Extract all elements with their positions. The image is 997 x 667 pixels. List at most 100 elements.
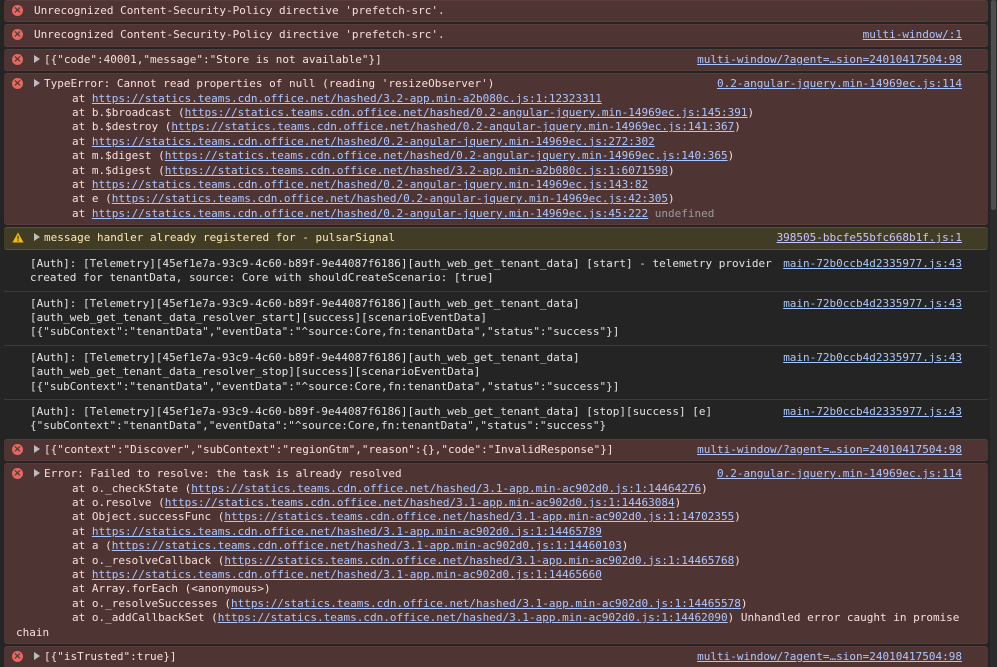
message-summary[interactable]: Unrecognized Content-Security-Policy dir…	[34, 4, 958, 18]
frame-suffix: )	[621, 539, 629, 553]
message-text: [{"context":"Discover","subContext":"reg…	[44, 442, 614, 456]
expand-triangle-icon[interactable]	[34, 469, 40, 478]
console-scrollbar[interactable]	[990, 0, 997, 667]
frame-link[interactable]: https://statics.teams.cdn.office.net/has…	[224, 510, 734, 523]
stack-frame: at Array.forEach (<anonymous>)	[72, 582, 958, 596]
error-icon: ×	[12, 443, 23, 455]
frame-link[interactable]: https://statics.teams.cdn.office.net/has…	[165, 164, 668, 177]
error-message: × Unrecognized Content-Security-Policy di…	[4, 0, 988, 23]
frame-suffix: )	[734, 510, 741, 524]
stack-trace: at o._checkState (https://statics.teams.…	[34, 482, 959, 626]
source-link[interactable]: multi-window/?agent=…sion=24010417504:98	[697, 650, 962, 664]
stack-frame: at https://statics.teams.cdn.office.net/…	[72, 568, 958, 582]
message-summary[interactable]: Unrecognized Content-Security-Policy dir…	[34, 28, 958, 42]
frame-link[interactable]: https://statics.teams.cdn.office.net/has…	[92, 525, 602, 538]
source-link[interactable]: 0.2-angular-jquery.min-14969ec.js:114	[717, 467, 962, 481]
expand-triangle-icon[interactable]	[34, 233, 40, 242]
source-link[interactable]: multi-window/:1	[863, 28, 962, 42]
frame-suffix: )	[727, 149, 735, 163]
message-text-line: [auth_web_get_tenant_data_resolver_start…	[30, 310, 487, 324]
frame-link[interactable]: https://statics.teams.cdn.office.net/has…	[92, 207, 648, 220]
expand-triangle-icon[interactable]	[34, 54, 40, 63]
frame-suffix: )	[740, 596, 748, 610]
source-link[interactable]: main-72b0ccb4d2335977.js:43	[783, 257, 962, 271]
frame-suffix: )	[734, 120, 741, 134]
error-icon: ×	[12, 5, 23, 16]
frame-link[interactable]: https://statics.teams.cdn.office.net/has…	[224, 554, 734, 567]
frame-link[interactable]: https://statics.teams.cdn.office.net/has…	[165, 496, 675, 509]
error-message: × TypeError: Cannot read properties of nu…	[4, 73, 988, 226]
warning-message: message handler already registered for -…	[4, 227, 988, 250]
frame-prefix: at b.$destroy (	[72, 120, 172, 134]
stack-frame: at b.$broadcast (https://statics.teams.c…	[72, 106, 958, 120]
source-link[interactable]: 0.2-angular-jquery.min-14969ec.js:114	[717, 77, 962, 91]
frame-link[interactable]: https://statics.teams.cdn.office.net/has…	[92, 92, 602, 105]
source-link[interactable]: main-72b0ccb4d2335977.js:43	[783, 351, 962, 365]
frame-suffix: )	[747, 106, 755, 120]
frame-prefix: at a (	[72, 539, 112, 553]
frame-link[interactable]: https://statics.teams.cdn.office.net/has…	[112, 539, 622, 552]
message-body: Unrecognized Content-Security-Policy dir…	[16, 28, 958, 42]
error-message: × [{"isTrusted":true}] multi-window/?agent…	[4, 646, 988, 667]
frame-prefix: at	[72, 568, 92, 581]
frame-prefix: at e (	[72, 192, 112, 206]
stack-frame: at a (https://statics.teams.cdn.office.n…	[72, 539, 958, 553]
stack-frame: at o._addCallbackSet (https://statics.te…	[72, 611, 959, 625]
stack-frame: at https://statics.teams.cdn.office.net/…	[72, 207, 958, 221]
frame-prefix: at o._resolveSuccesses (	[72, 596, 231, 610]
message-body: Error: Failed to resolve: the task is al…	[16, 467, 959, 640]
expand-triangle-icon[interactable]	[34, 444, 40, 453]
message-text-line: [auth_web_get_tenant_data_resolver_stop]…	[30, 365, 481, 379]
error-icon: ×	[12, 651, 23, 663]
message-text: [{"isTrusted":true}]	[44, 650, 177, 664]
stack-frame: at Object.successFunc (https://statics.t…	[72, 510, 958, 524]
frame-link[interactable]: https://statics.teams.cdn.office.net/has…	[165, 149, 728, 162]
frame-prefix: at	[72, 134, 92, 148]
stack-frame: at m.$digest (https://statics.teams.cdn.…	[72, 164, 958, 178]
frame-link[interactable]: https://statics.teams.cdn.office.net/has…	[92, 135, 655, 148]
frame-link[interactable]: https://statics.teams.cdn.office.net/has…	[218, 611, 728, 624]
frame-link[interactable]: https://statics.teams.cdn.office.net/has…	[231, 597, 741, 610]
frame-prefix: at	[72, 91, 92, 105]
frame-link[interactable]: https://statics.teams.cdn.office.net/has…	[92, 568, 602, 581]
frame-link[interactable]: https://statics.teams.cdn.office.net/has…	[185, 106, 748, 119]
stack-frame: at o._resolveCallback (https://statics.t…	[72, 554, 958, 568]
message-body: TypeError: Cannot read properties of nul…	[16, 77, 958, 221]
frame-prefix: at	[72, 206, 92, 220]
frame-prefix: at o._checkState (	[72, 481, 192, 495]
message-text: Unrecognized Content-Security-Policy dir…	[34, 4, 445, 17]
message-text: TypeError: Cannot read properties of nul…	[44, 77, 495, 91]
message-text-line: [{"subContext":"tenantData","eventData":…	[30, 379, 620, 393]
expand-triangle-icon[interactable]	[34, 652, 40, 661]
frame-prefix: at Object.successFunc (	[72, 510, 225, 524]
stack-frame: at m.$digest (https://statics.teams.cdn.…	[72, 149, 958, 163]
source-link[interactable]: multi-window/?agent=…sion=24010417504:98	[697, 53, 962, 67]
frame-suffix: undefined	[648, 206, 715, 220]
frame-suffix: )	[668, 163, 675, 177]
info-message: [Auth]: [Telemetry][45ef1e7a-93c9-4c60-b…	[4, 399, 988, 439]
stack-frame: at https://statics.teams.cdn.office.net/…	[72, 92, 958, 106]
frame-link[interactable]: https://statics.teams.cdn.office.net/has…	[92, 178, 648, 191]
source-link[interactable]: main-72b0ccb4d2335977.js:43	[783, 405, 962, 419]
message-text-line: {"subContext":"tenantData","eventData":"…	[30, 419, 607, 433]
error-icon: ×	[12, 468, 23, 480]
stack-frame: at https://statics.teams.cdn.office.net/…	[72, 525, 958, 539]
frame-prefix: at b.$broadcast (	[72, 106, 185, 120]
warning-icon	[12, 232, 24, 243]
message-trailing-text: chain	[16, 625, 50, 639]
frame-prefix: at m.$digest (	[72, 149, 165, 163]
frame-link[interactable]: https://statics.teams.cdn.office.net/has…	[112, 192, 668, 205]
frame-link[interactable]: https://statics.teams.cdn.office.net/has…	[171, 120, 734, 133]
stack-frame: at o._checkState (https://statics.teams.…	[72, 482, 958, 496]
source-link[interactable]: main-72b0ccb4d2335977.js:43	[783, 297, 962, 311]
frame-suffix: )	[668, 192, 675, 206]
stack-frame: at e (https://statics.teams.cdn.office.n…	[72, 192, 958, 206]
error-icon: ×	[12, 29, 23, 41]
expand-triangle-icon[interactable]	[34, 79, 40, 88]
message-text-line: [{"subContext":"tenantData","eventData":…	[30, 325, 620, 339]
source-link[interactable]: multi-window/?agent=…sion=24010417504:98	[697, 443, 962, 457]
frame-link[interactable]: https://statics.teams.cdn.office.net/has…	[191, 482, 701, 495]
info-message: [Auth]: [Telemetry][45ef1e7a-93c9-4c60-b…	[4, 291, 988, 346]
scrollbar-thumb[interactable]	[991, 0, 996, 210]
source-link[interactable]: 398505-bbcfe55bfc668b1f.js:1	[777, 231, 962, 245]
